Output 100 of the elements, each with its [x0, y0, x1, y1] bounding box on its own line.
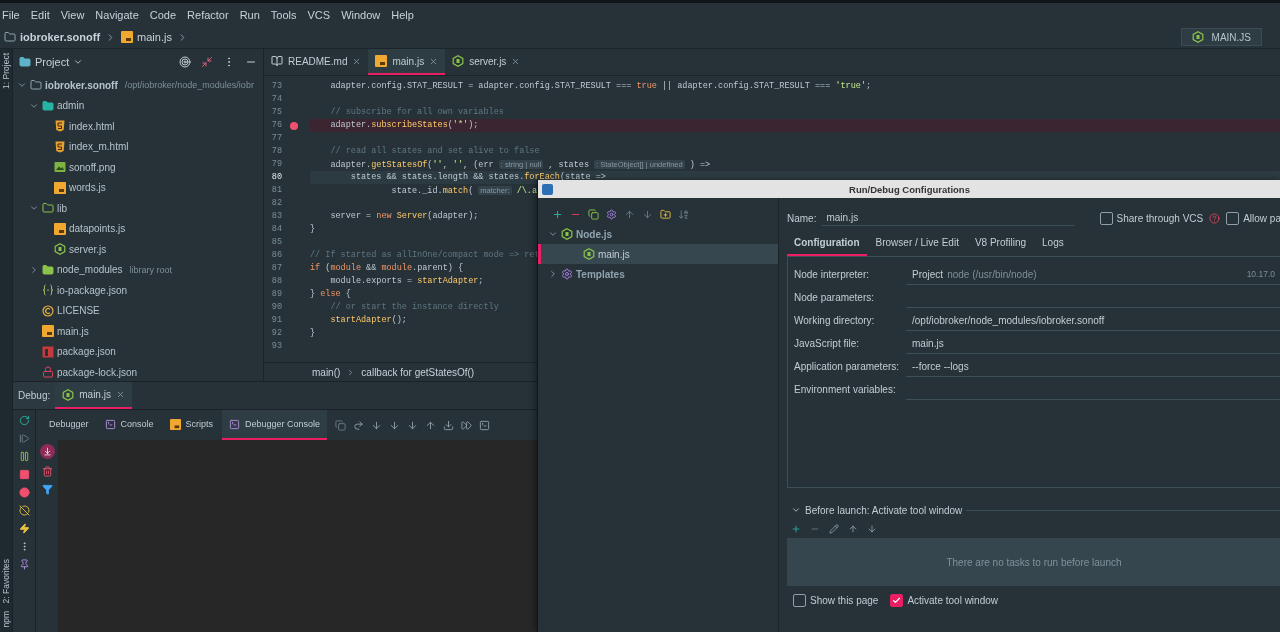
breadcrumb-item[interactable]: iobroker.sonoff [4, 31, 101, 43]
close-icon[interactable] [429, 56, 439, 66]
move-down-icon[interactable] [867, 524, 877, 534]
tree-item[interactable]: package.json [57, 346, 116, 358]
edit-icon[interactable] [829, 524, 839, 534]
tool-window-tab[interactable]: 1: Project [0, 49, 12, 93]
tree-item[interactable]: LICENSE [57, 305, 100, 317]
move-up-icon[interactable] [624, 208, 635, 220]
tree-item[interactable]: lib [57, 202, 67, 214]
config-tree-item[interactable]: Templates [538, 264, 778, 284]
tree-item[interactable]: iobroker.sonoff [45, 79, 118, 91]
new-folder-icon[interactable] [660, 208, 671, 220]
input-field[interactable]: /opt/iobroker/node_modules/iobroker.sonoff [906, 310, 1280, 331]
menu-item[interactable]: Tools [270, 8, 297, 21]
input-field[interactable]: Project node (/usr/bin/node) 10.17.0 [906, 264, 1280, 285]
add-icon[interactable] [791, 524, 801, 534]
filter-icon[interactable] [41, 484, 53, 495]
chevron-down-icon[interactable] [548, 229, 558, 239]
tree-item[interactable]: index_m.html [69, 141, 129, 153]
menu-item[interactable]: File [2, 8, 20, 21]
add-icon[interactable] [552, 208, 563, 220]
checkbox[interactable] [793, 594, 806, 607]
sort-icon[interactable] [678, 208, 689, 220]
debug-tab[interactable]: Debugger [42, 410, 96, 440]
config-tree-item[interactable]: main.js [538, 244, 778, 264]
step-over-icon[interactable] [353, 419, 365, 431]
config-tab[interactable]: Logs [1035, 230, 1071, 256]
menu-item[interactable]: Help [391, 8, 414, 21]
breakpoint-icon[interactable] [290, 121, 298, 130]
checkbox[interactable] [1226, 211, 1240, 225]
tree-item[interactable]: sonoff.png [69, 161, 116, 173]
config-tab[interactable]: V8 Profiling [967, 230, 1034, 256]
tree-item[interactable]: words.js [69, 182, 106, 194]
pin-icon[interactable] [18, 559, 30, 570]
close-icon[interactable] [115, 390, 125, 399]
config-tab[interactable]: Browser / Live Edit [868, 230, 966, 256]
editor-tab[interactable]: main.js [368, 49, 446, 75]
menu-item[interactable]: Code [149, 8, 177, 21]
tool-window-tab[interactable]: npm [0, 607, 12, 632]
step-out-icon[interactable] [425, 419, 437, 431]
run-config-dropdown[interactable]: MAIN.JS [1180, 28, 1262, 46]
name-field[interactable]: main.js [822, 210, 1074, 226]
copy-icon[interactable] [335, 419, 347, 431]
debug-session-tab[interactable]: main.js [55, 382, 132, 409]
debug-tab[interactable]: Scripts [162, 410, 221, 440]
tree-item[interactable]: main.js [57, 325, 89, 337]
copy-icon[interactable] [588, 208, 599, 220]
menu-item[interactable]: View [60, 8, 85, 21]
menu-item[interactable]: Window [341, 8, 381, 21]
checkbox[interactable] [890, 594, 904, 607]
help-icon[interactable] [1209, 212, 1221, 224]
breakpoints-icon[interactable] [18, 487, 30, 498]
editor-tab[interactable]: server.js [445, 49, 528, 75]
tree-item[interactable]: server.js [69, 243, 107, 255]
tree-item[interactable]: node_modules [57, 264, 123, 276]
config-tree-item[interactable]: Node.js [538, 224, 778, 244]
close-icon[interactable] [511, 56, 521, 66]
chevron-down-icon[interactable] [791, 505, 801, 515]
step-into-icon[interactable] [371, 419, 383, 431]
breadcrumb-item[interactable]: main.js [121, 31, 172, 43]
lightning-icon[interactable] [18, 523, 30, 534]
breadcrumb-item[interactable]: callback for getStatesOf() [361, 366, 475, 378]
settings-icon[interactable] [606, 208, 617, 220]
menu-item[interactable]: VCS [307, 8, 331, 21]
input-field[interactable]: main.js [906, 333, 1280, 354]
move-up-icon[interactable] [848, 524, 858, 534]
menu-item[interactable]: Refactor [187, 8, 229, 21]
close-icon[interactable] [352, 56, 362, 66]
menu-item[interactable]: Run [239, 8, 260, 21]
editor-tab[interactable]: README.md [264, 49, 369, 75]
tree-item[interactable]: admin [57, 100, 85, 112]
mute-breakpoints-icon[interactable] [18, 505, 30, 516]
debug-tab[interactable]: Console [97, 410, 161, 440]
rerun-icon[interactable] [18, 415, 30, 426]
menu-item[interactable]: Edit [30, 8, 50, 21]
project-view-dropdown[interactable]: Project [19, 56, 84, 68]
menu-item[interactable]: Navigate [95, 8, 139, 21]
tree-item[interactable]: index.html [69, 120, 115, 132]
chevron-right-icon[interactable] [548, 269, 558, 279]
scroll-to-end-icon[interactable] [39, 444, 55, 459]
collapse-icon[interactable] [201, 56, 213, 68]
chevron-right-icon[interactable] [29, 264, 39, 275]
debug-tab[interactable]: Debugger Console [222, 410, 328, 440]
checkbox[interactable] [1099, 211, 1113, 225]
stop-icon[interactable] [18, 469, 30, 480]
move-down-icon[interactable] [642, 208, 653, 220]
tree-item[interactable]: package-lock.json [57, 366, 138, 378]
fast-forward-icon[interactable] [461, 419, 473, 431]
input-field[interactable]: --force --logs [906, 356, 1280, 377]
target-icon[interactable] [179, 56, 191, 68]
config-tab[interactable]: Configuration [787, 230, 867, 256]
tool-window-tab[interactable]: 2: Favorites [0, 555, 12, 608]
pause-icon[interactable] [18, 451, 30, 462]
terminal-icon[interactable] [479, 419, 491, 431]
tree-item[interactable]: io-package.json [57, 284, 128, 296]
breadcrumb-item[interactable]: main() [312, 366, 341, 378]
html-file-icon [54, 140, 66, 153]
tree-item[interactable]: datapoints.js [69, 223, 126, 235]
resume-icon[interactable] [18, 433, 30, 444]
trash-icon[interactable] [41, 466, 53, 477]
